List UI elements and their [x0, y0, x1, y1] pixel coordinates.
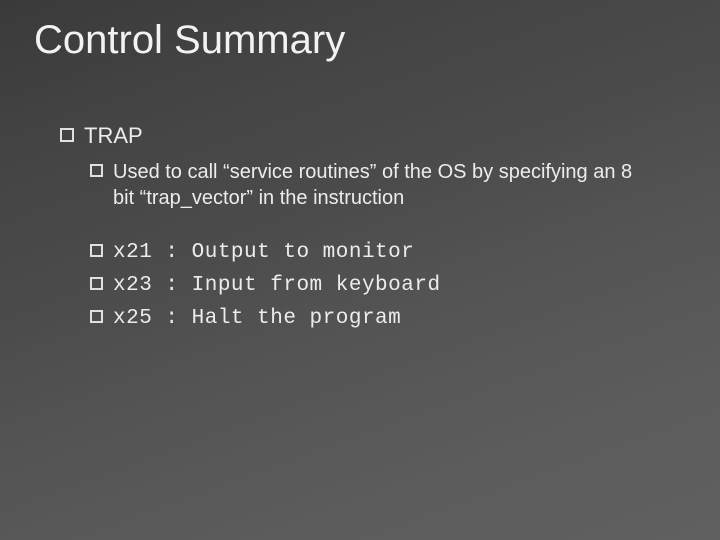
slide: Control Summary TRAP Used to call “servi…: [0, 0, 720, 540]
square-bullet-icon: [90, 244, 103, 257]
slide-title: Control Summary: [34, 18, 345, 63]
slide-body: TRAP Used to call “service routines” of …: [60, 122, 680, 338]
trap-code: x25: [113, 305, 152, 332]
list-item: x25 : Halt the program: [90, 305, 680, 332]
separator: :: [152, 239, 191, 266]
square-bullet-icon: [90, 277, 103, 290]
trap-desc: Halt the program: [192, 305, 402, 332]
bullet-level1-text: TRAP: [84, 122, 143, 151]
trap-code: x23: [113, 272, 152, 299]
bullet-level2: Used to call “service routines” of the O…: [90, 159, 680, 211]
square-bullet-icon: [90, 164, 103, 177]
bullet-level2-text: Used to call “service routines” of the O…: [113, 159, 633, 211]
bullet-level1: TRAP: [60, 122, 680, 151]
separator: :: [152, 272, 191, 299]
list-item: x23 : Input from keyboard: [90, 272, 680, 299]
trap-desc: Output to monitor: [192, 239, 415, 266]
trap-vector-list: x21 : Output to monitor x23 : Input from…: [90, 239, 680, 333]
separator: :: [152, 305, 191, 332]
list-item: x21 : Output to monitor: [90, 239, 680, 266]
trap-desc: Input from keyboard: [192, 272, 441, 299]
square-bullet-icon: [90, 310, 103, 323]
trap-code: x21: [113, 239, 152, 266]
square-bullet-icon: [60, 128, 74, 142]
